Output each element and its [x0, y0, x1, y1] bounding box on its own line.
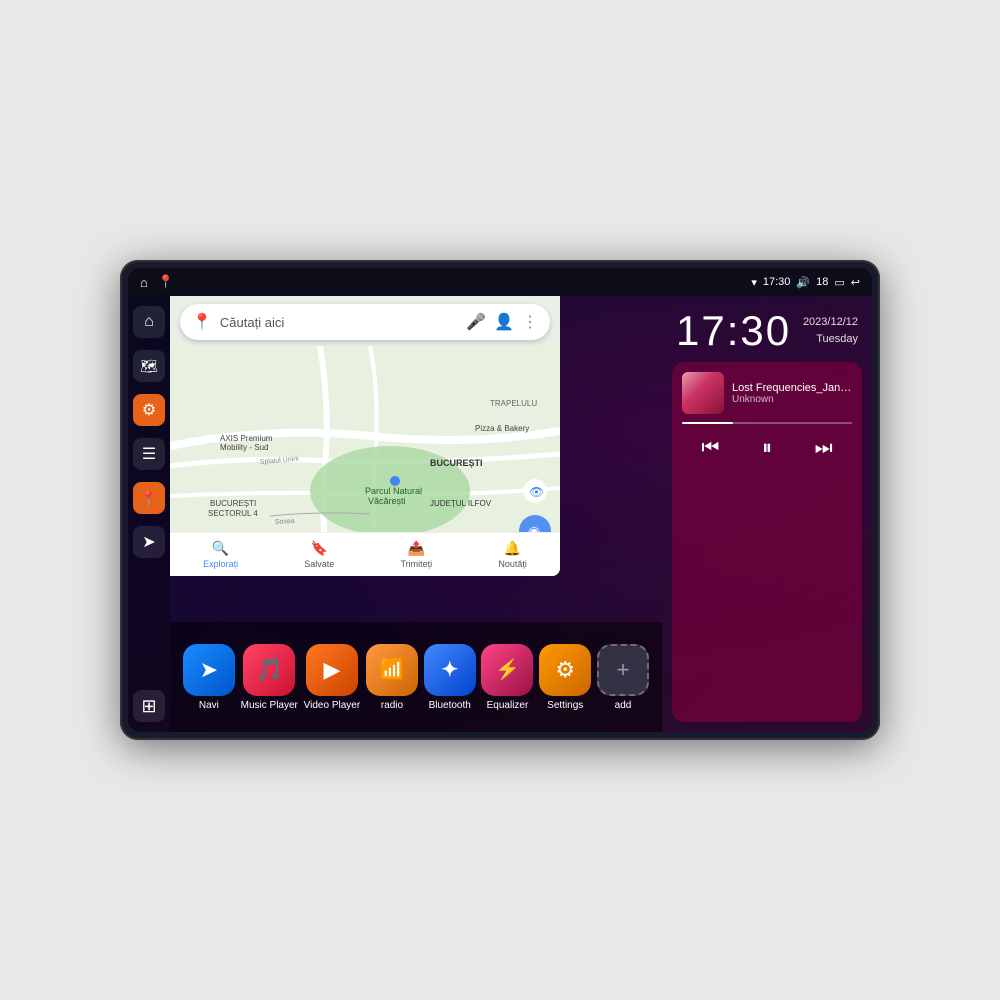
- equalizer-icon: ⚡: [481, 644, 533, 696]
- map-explore-label: Explorați: [203, 559, 238, 569]
- radio-label: radio: [381, 700, 403, 711]
- back-icon[interactable]: ↩: [851, 276, 860, 289]
- settings-label: Settings: [547, 700, 583, 711]
- map-saved-label: Salvate: [304, 559, 334, 569]
- map-search-text: Căutați aici: [220, 315, 458, 330]
- maps-status-icon: 📍: [158, 274, 174, 290]
- music-album-art: [682, 372, 724, 414]
- map-news[interactable]: 🔔 Noutăți: [498, 540, 527, 569]
- svg-text:Pizza & Bakery: Pizza & Bakery: [475, 424, 529, 433]
- map-send-label: Trimiteți: [401, 559, 433, 569]
- clock-status: 17:30: [763, 276, 791, 288]
- map-widget[interactable]: 📍 Căutați aici 🎤 👤 ⋮: [170, 296, 560, 576]
- add-icon: +: [597, 644, 649, 696]
- music-controls: ⏮ ⏸ ⏭: [682, 430, 852, 466]
- svg-text:BUCUREȘTI: BUCUREȘTI: [430, 458, 483, 468]
- navi-label: Navi: [199, 700, 219, 711]
- music-player-icon: 🎵: [243, 644, 295, 696]
- svg-text:BUCUREȘTI: BUCUREȘTI: [210, 499, 256, 508]
- center-content: 📍 Căutați aici 🎤 👤 ⋮: [170, 296, 662, 732]
- music-prev-button[interactable]: ⏮: [692, 430, 728, 466]
- svg-text:Văcărești: Văcărești: [368, 496, 406, 506]
- app-radio[interactable]: 📶 radio: [366, 644, 418, 711]
- app-video-player[interactable]: ▶ Video Player: [304, 644, 361, 711]
- right-panel: 17:30 2023/12/12 Tuesday Lost Frequencie…: [662, 296, 872, 732]
- radio-icon: 📶: [366, 644, 418, 696]
- music-track-row: Lost Frequencies_Janie... Unknown: [682, 372, 852, 414]
- sidebar-navigate-icon[interactable]: ➤: [133, 526, 165, 558]
- app-settings[interactable]: ⚙ Settings: [539, 644, 591, 711]
- clock-date: 2023/12/12 Tuesday: [803, 310, 858, 347]
- svg-text:Mobility - Sud: Mobility - Sud: [220, 443, 268, 452]
- svg-text:Sosea: Sosea: [275, 518, 295, 526]
- app-music-player[interactable]: 🎵 Music Player: [241, 644, 298, 711]
- video-player-icon: ▶: [306, 644, 358, 696]
- map-explore[interactable]: 🔍 Explorați: [203, 540, 238, 569]
- sidebar-location-icon[interactable]: 📍: [133, 482, 165, 514]
- clock-widget: 17:30 2023/12/12 Tuesday: [662, 296, 872, 362]
- volume-icon: 🔊: [796, 276, 810, 289]
- more-icon[interactable]: ⋮: [522, 312, 538, 332]
- map-send[interactable]: 📤 Trimiteți: [401, 540, 433, 569]
- device-screen: ⌂ 📍 ▾ 17:30 🔊 18 ▭ ↩ ⌂ 🗺 ⚙: [128, 268, 872, 732]
- app-grid: ➤ Navi 🎵 Music Player ▶ Vi: [170, 622, 662, 732]
- sidebar-maps-icon[interactable]: 🗺: [133, 350, 165, 382]
- clock-display: 17:30: [676, 310, 791, 352]
- map-search-icons: 🎤 👤 ⋮: [466, 312, 538, 332]
- app-add[interactable]: + add: [597, 644, 649, 711]
- svg-text:JUDEȚUL ILFOV: JUDEȚUL ILFOV: [430, 499, 492, 508]
- map-search-bar[interactable]: 📍 Căutați aici 🎤 👤 ⋮: [180, 304, 550, 340]
- bluetooth-label: Bluetooth: [429, 700, 471, 711]
- svg-text:👁: 👁: [529, 485, 544, 499]
- equalizer-label: Equalizer: [487, 700, 529, 711]
- add-label: add: [615, 700, 632, 711]
- sidebar-files-icon[interactable]: ☰: [133, 438, 165, 470]
- svg-text:Parcul Natural: Parcul Natural: [365, 486, 422, 496]
- bluetooth-icon: ✦: [424, 644, 476, 696]
- video-player-label: Video Player: [304, 700, 361, 711]
- status-bar: ⌂ 📍 ▾ 17:30 🔊 18 ▭ ↩: [128, 268, 872, 296]
- music-next-button[interactable]: ⏭: [806, 430, 842, 466]
- main-area: ⌂ 🗺 ⚙ ☰ 📍 ➤ ⊞: [128, 296, 872, 732]
- sidebar-home-icon[interactable]: ⌂: [133, 306, 165, 338]
- music-pause-button[interactable]: ⏸: [749, 430, 785, 466]
- map-bottom-bar: 🔍 Explorați 🔖 Salvate 📤 Trimiteți: [170, 532, 560, 576]
- music-progress-fill: [682, 422, 733, 424]
- music-title: Lost Frequencies_Janie...: [732, 382, 852, 394]
- map-saved[interactable]: 🔖 Salvate: [304, 540, 334, 569]
- settings-app-icon: ⚙: [539, 644, 591, 696]
- map-news-label: Noutăți: [498, 559, 527, 569]
- music-info: Lost Frequencies_Janie... Unknown: [732, 382, 852, 405]
- sidebar-settings-icon[interactable]: ⚙: [133, 394, 165, 426]
- svg-text:AXIS Premium: AXIS Premium: [220, 434, 273, 443]
- app-equalizer[interactable]: ⚡ Equalizer: [481, 644, 533, 711]
- mic-icon[interactable]: 🎤: [466, 312, 486, 332]
- clock-date-value: 2023/12/12: [803, 316, 858, 328]
- music-progress-bar[interactable]: [682, 422, 852, 424]
- home-status-icon: ⌂: [140, 275, 148, 290]
- google-maps-icon: 📍: [192, 312, 212, 332]
- clock-weekday: Tuesday: [816, 333, 858, 345]
- music-artist: Unknown: [732, 394, 852, 405]
- battery-icon: ▭: [834, 276, 844, 289]
- battery-level: 18: [816, 276, 828, 288]
- svg-text:SECTORUL 4: SECTORUL 4: [208, 509, 258, 518]
- wifi-icon: ▾: [751, 276, 757, 289]
- sidebar: ⌂ 🗺 ⚙ ☰ 📍 ➤ ⊞: [128, 296, 170, 732]
- sidebar-grid-icon[interactable]: ⊞: [133, 690, 165, 722]
- app-navi[interactable]: ➤ Navi: [183, 644, 235, 711]
- device: ⌂ 📍 ▾ 17:30 🔊 18 ▭ ↩ ⌂ 🗺 ⚙: [120, 260, 880, 740]
- map-container: 📍 Căutați aici 🎤 👤 ⋮: [170, 296, 662, 622]
- music-player-label: Music Player: [241, 700, 298, 711]
- music-widget: Lost Frequencies_Janie... Unknown ⏮ ⏸ ⏭: [672, 362, 862, 722]
- app-bluetooth[interactable]: ✦ Bluetooth: [424, 644, 476, 711]
- navi-icon: ➤: [183, 644, 235, 696]
- account-icon[interactable]: 👤: [494, 312, 514, 332]
- svg-text:TRAPELULU: TRAPELULU: [490, 399, 537, 408]
